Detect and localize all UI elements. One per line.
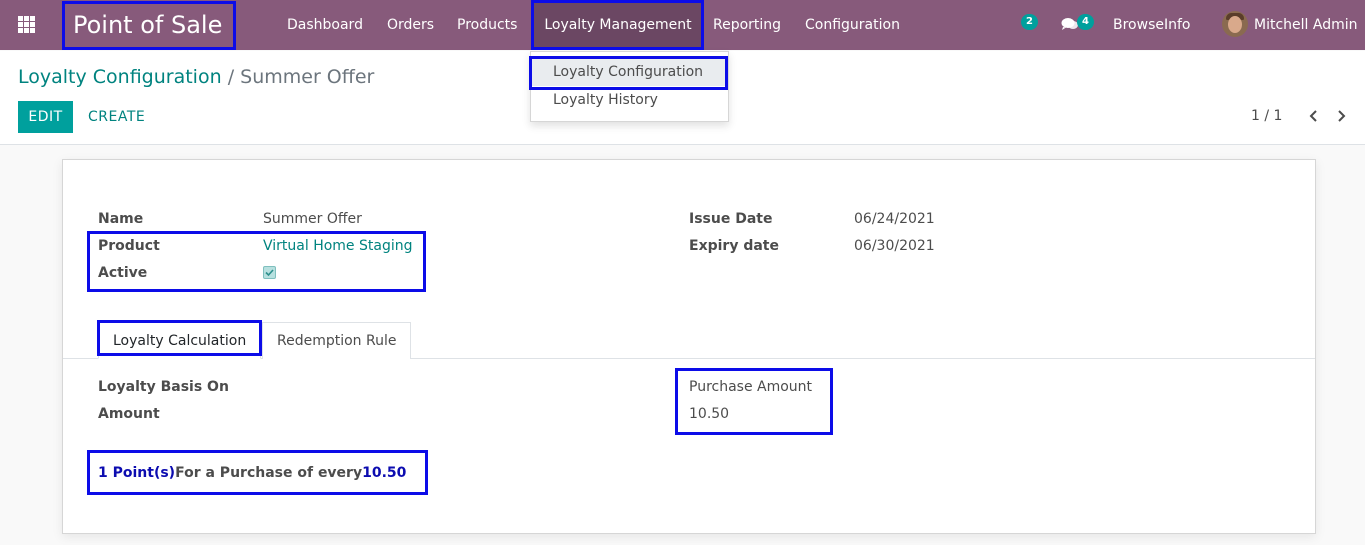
tab-redemption-rule[interactable]: Redemption Rule	[262, 322, 412, 359]
loyalty-summary: 1 Point(s)For a Purchase of every10.50	[98, 464, 406, 482]
loyalty-management-dropdown: Loyalty Configuration Loyalty History	[530, 51, 729, 122]
active-checkbox	[263, 266, 276, 279]
name-value: Summer Offer	[263, 211, 362, 227]
menu-orders[interactable]: Orders	[387, 0, 434, 50]
menu-products[interactable]: Products	[457, 0, 517, 50]
summary-points: 1 Point(s)	[98, 465, 176, 481]
expiry-date-value: 06/30/2021	[854, 238, 935, 254]
user-avatar[interactable]	[1222, 11, 1248, 37]
activity-count-badge: 2	[1021, 14, 1038, 30]
amount-value: 10.50	[689, 406, 730, 422]
issue-date-label: Issue Date	[689, 211, 773, 227]
tab-loyalty-calculation[interactable]: Loyalty Calculation	[98, 322, 262, 359]
summary-text: For a Purchase of every	[175, 465, 363, 481]
company-switcher[interactable]: BrowseInfo	[1113, 0, 1190, 50]
loyalty-basis-label: Loyalty Basis On	[98, 379, 229, 395]
expiry-date-label: Expiry date	[689, 238, 779, 254]
menu-configuration[interactable]: Configuration	[805, 0, 900, 50]
breadcrumb: Loyalty Configuration / Summer Offer	[18, 65, 374, 89]
create-button[interactable]: CREATE	[88, 101, 145, 133]
breadcrumb-current: Summer Offer	[240, 66, 375, 88]
app-brand[interactable]: Point of Sale	[73, 10, 222, 40]
activity-menu[interactable]: 2	[1016, 12, 1044, 36]
chevron-right-icon[interactable]	[1334, 106, 1348, 126]
apps-grid-icon[interactable]	[18, 16, 37, 33]
menu-loyalty-management[interactable]: Loyalty Management	[534, 0, 702, 50]
checkmark-icon	[265, 269, 274, 277]
name-label: Name	[98, 211, 144, 227]
product-label: Product	[98, 238, 160, 254]
top-navbar: Point of Sale Dashboard Orders Products …	[0, 0, 1365, 50]
breadcrumb-parent-link[interactable]: Loyalty Configuration	[18, 66, 222, 88]
user-menu[interactable]: Mitchell Admin	[1254, 0, 1358, 50]
dropdown-item-loyalty-history[interactable]: Loyalty History	[531, 86, 728, 114]
active-label: Active	[98, 265, 148, 281]
message-count-badge: 4	[1077, 14, 1094, 30]
messaging-menu[interactable]: 4	[1060, 12, 1100, 36]
amount-label: Amount	[98, 406, 160, 422]
pager-value[interactable]: 1 / 1	[1251, 106, 1282, 126]
menu-dashboard[interactable]: Dashboard	[287, 0, 363, 50]
issue-date-value: 06/24/2021	[854, 211, 935, 227]
loyalty-basis-value: Purchase Amount	[689, 379, 813, 395]
product-link[interactable]: Virtual Home Staging	[263, 237, 412, 255]
chevron-left-icon[interactable]	[1307, 106, 1321, 126]
dropdown-item-loyalty-configuration[interactable]: Loyalty Configuration	[531, 58, 728, 86]
breadcrumb-separator: /	[227, 66, 241, 88]
edit-button[interactable]: EDIT	[18, 101, 73, 133]
summary-amount: 10.50	[362, 465, 407, 481]
menu-reporting[interactable]: Reporting	[713, 0, 781, 50]
